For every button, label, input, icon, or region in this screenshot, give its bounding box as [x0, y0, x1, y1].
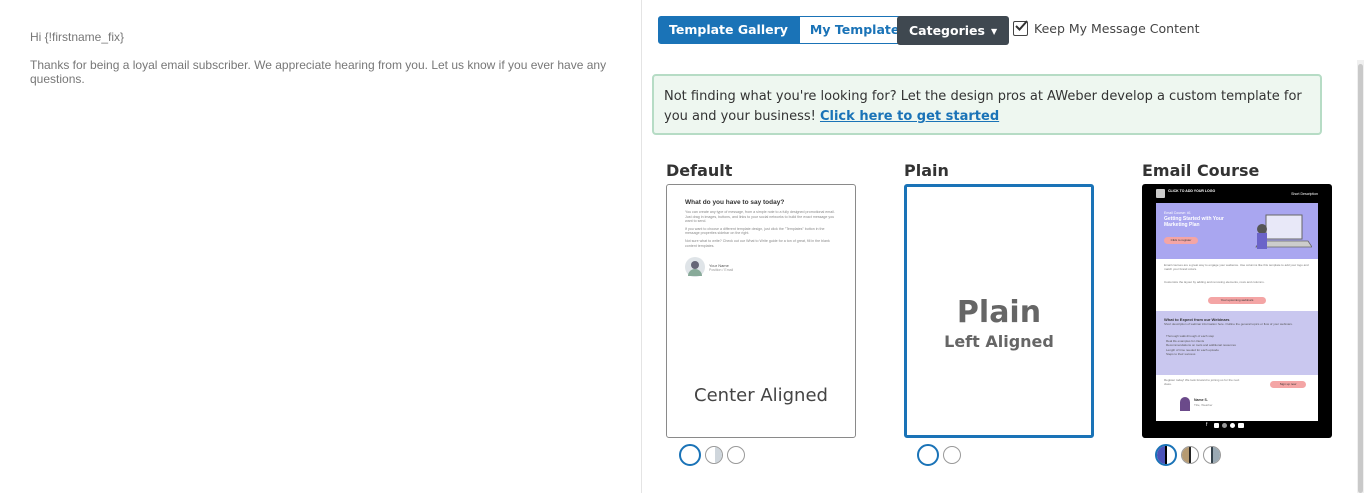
- keep-content-label: Keep My Message Content: [1034, 21, 1200, 36]
- swatch-tan-split[interactable]: [1181, 446, 1199, 464]
- avatar: [1180, 397, 1190, 411]
- email-greeting[interactable]: Hi {!firstname_fix}: [30, 30, 124, 44]
- course-hero: Email Course: #1 Getting Started with Yo…: [1156, 203, 1318, 259]
- tab-template-gallery[interactable]: Template Gallery: [658, 16, 799, 44]
- course-hero-kicker: Email Course: #1: [1164, 211, 1191, 215]
- scrollbar-thumb[interactable]: [1358, 64, 1363, 493]
- swatch-slate-split[interactable]: [1203, 446, 1221, 464]
- swatch-gray-split[interactable]: [705, 446, 723, 464]
- plain-color-swatches: [917, 444, 961, 466]
- default-preview-p1: You can create any type of message, from…: [685, 210, 835, 224]
- template-title-plain: Plain: [904, 161, 949, 180]
- pinterest-icon: [1230, 423, 1235, 428]
- plain-sub-label: Left Aligned: [944, 332, 1054, 351]
- template-thumbnail-plain[interactable]: Plain Left Aligned: [904, 184, 1094, 438]
- template-source-tabs: Template Gallery My Templates: [658, 16, 918, 44]
- default-preview-p3: Not sure what to write? Check out our Wh…: [685, 238, 830, 248]
- course-list: Thorough walk-through of each step Real …: [1166, 334, 1306, 357]
- default-caption: Center Aligned: [694, 385, 828, 406]
- categories-label: Categories: [909, 23, 985, 38]
- course-sig-role: Title, Weather: [1194, 403, 1213, 407]
- default-preview-heading: What do you have to say today?: [685, 199, 785, 206]
- template-thumbnail-email-course[interactable]: CLICK TO ADD YOUR LOGO Short Description…: [1142, 184, 1332, 438]
- course-reg-button: Sign up now: [1270, 381, 1306, 388]
- template-thumbnail-default[interactable]: What do you have to say today? You can c…: [666, 184, 856, 438]
- swatch-white[interactable]: [917, 444, 939, 466]
- swatch-white-alt[interactable]: [943, 446, 961, 464]
- plain-big-label: Plain: [956, 295, 1042, 330]
- course-hero-title: Getting Started with Your Marketing Plan: [1164, 216, 1224, 228]
- swatch-white[interactable]: [679, 444, 701, 466]
- email-preview-pane: Hi {!firstname_fix} Thanks for being a l…: [0, 0, 642, 493]
- twitter-icon: [1214, 423, 1219, 428]
- course-reg-text: Register today! We look forward to joini…: [1164, 378, 1240, 386]
- get-started-link[interactable]: Click here to get started: [820, 109, 999, 124]
- course-sig-name: Name S.: [1194, 398, 1208, 402]
- youtube-icon: [1238, 423, 1244, 428]
- logo-placeholder-icon: [1156, 189, 1165, 198]
- course-short-desc: Short Description: [1291, 192, 1318, 196]
- default-preview-p2: If you want to choose a different templa…: [685, 226, 825, 236]
- caret-down-icon: ▼: [990, 27, 998, 36]
- checkbox-checked-icon[interactable]: [1013, 20, 1028, 36]
- list-item: Steps to their success: [1166, 352, 1196, 356]
- course-logo-text: CLICK TO ADD YOUR LOGO: [1168, 189, 1216, 193]
- avatar: [685, 257, 705, 278]
- course-hero-button: Click to register: [1164, 237, 1198, 244]
- swatch-purple-split[interactable]: [1155, 444, 1177, 466]
- instagram-icon: [1222, 423, 1227, 428]
- template-title-default: Default: [666, 161, 733, 180]
- course-intro2: Customize the layout by adding and remov…: [1164, 280, 1265, 284]
- default-sig-role: Position / Email: [709, 267, 734, 272]
- laptop-illustration-icon: [1255, 214, 1312, 249]
- course-social-icons: f: [1206, 423, 1244, 428]
- keep-content-toggle[interactable]: Keep My Message Content: [1013, 20, 1200, 36]
- facebook-icon: f: [1206, 422, 1208, 428]
- course-list-intro: Short description of webinar information…: [1164, 322, 1293, 326]
- categories-dropdown-button[interactable]: Categories ▼: [897, 16, 1010, 45]
- course-mid-button: Your upcoming webinars: [1208, 297, 1266, 304]
- custom-template-notice: Not finding what you're looking for? Let…: [652, 74, 1322, 135]
- default-color-swatches: [679, 444, 745, 466]
- email-body-text[interactable]: Thanks for being a loyal email subscribe…: [30, 58, 620, 86]
- swatch-white-alt[interactable]: [727, 446, 745, 464]
- template-chooser-panel: Template Gallery My Templates Categories…: [642, 0, 1364, 493]
- template-title-email-course: Email Course: [1142, 161, 1260, 180]
- email-course-color-swatches: [1155, 444, 1221, 466]
- course-intro: Email courses are a great way to engage …: [1164, 263, 1309, 271]
